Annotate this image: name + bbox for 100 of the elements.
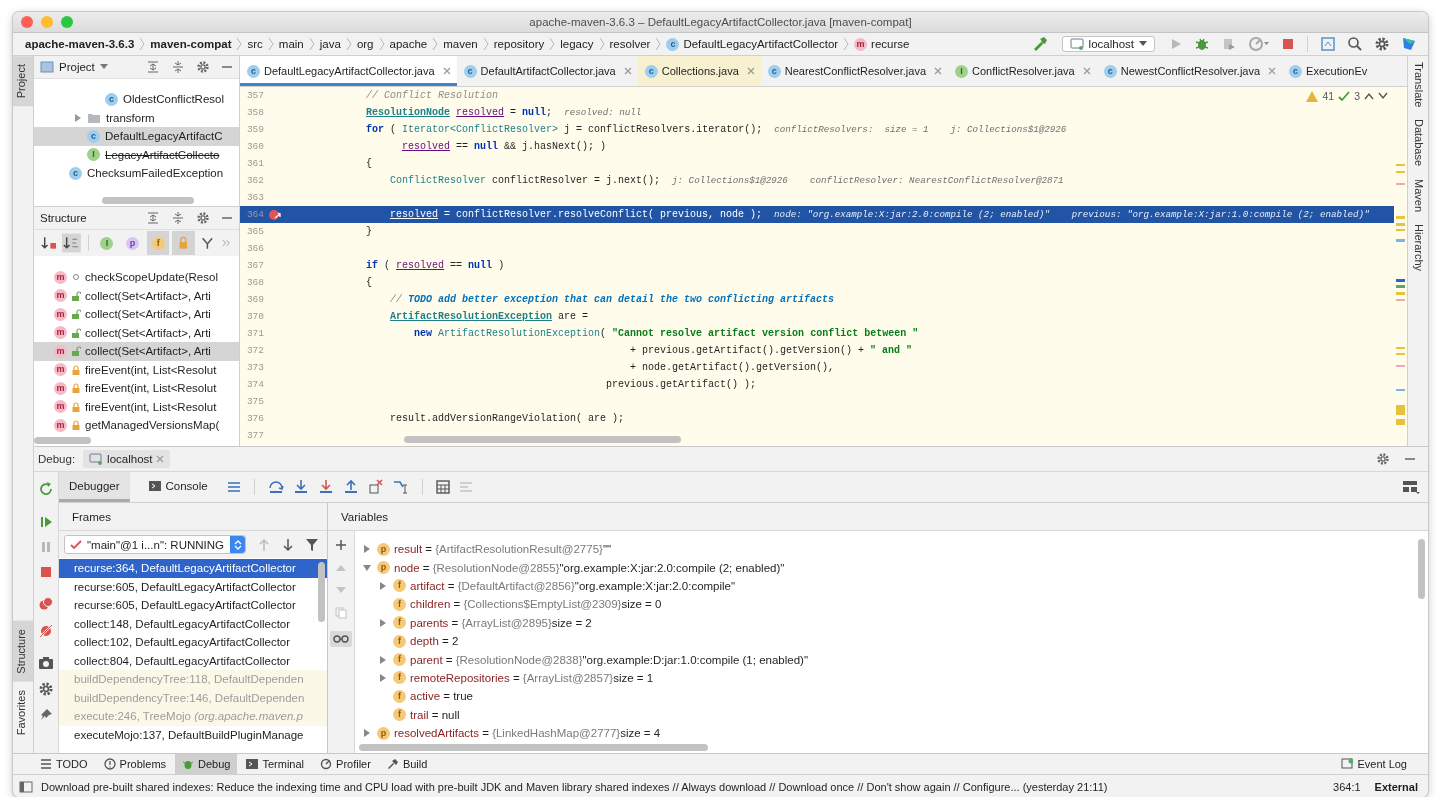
method-icon: m — [54, 418, 67, 432]
structure-item[interactable]: m collect(Set<Artifact>, Arti — [34, 342, 239, 361]
line-number: 357 — [245, 90, 264, 101]
structure-item[interactable]: m getManagedVersionsMap( — [34, 416, 239, 435]
structure-item[interactable]: m collect(Set<Artifact>, Arti — [34, 323, 239, 342]
line-number: 363 — [245, 192, 264, 203]
tool-window-tab[interactable]: Database — [1408, 113, 1428, 173]
breadcrumb[interactable]: org — [356, 38, 374, 50]
variable-entry[interactable]: trail = null — [410, 708, 460, 721]
tool-window-tab[interactable]: Hierarchy — [1408, 217, 1428, 277]
field-icon: f — [393, 597, 406, 611]
tool-window-tab[interactable]: Terminal — [239, 754, 312, 774]
warning-count[interactable]: 41 — [1322, 90, 1335, 102]
structure-item[interactable]: m collect(Set<Artifact>, Arti — [34, 305, 239, 324]
caret-position[interactable]: 364:1 — [1333, 780, 1361, 793]
method-icon: m — [54, 344, 67, 358]
stack-frame[interactable]: collect:148, DefaultLegacyArtifactCollector — [59, 614, 327, 633]
code-text: // TODO add better exception that can detail the two conflicting artifacts — [389, 294, 835, 305]
tree-item[interactable]: c DefaultLegacyArtifactC — [34, 127, 239, 146]
variable-entry[interactable]: node = {ResolutionNode@2855}"org.example:X:jar:2.0:compile (2; enabled)" — [394, 561, 785, 574]
variable-entry[interactable]: active = true — [410, 690, 473, 703]
tool-window-tab[interactable]: Problems — [96, 754, 174, 774]
filter-toggle[interactable]: I — [95, 231, 119, 255]
editor-tab[interactable]: c DefaultLegacyArtifactCollector.java — [240, 56, 457, 86]
breadcrumb[interactable]: repository — [493, 38, 545, 50]
variable-entry[interactable]: artifact = {DefaultArtifact@2856}"org.example:X:jar:2.0:compile" — [410, 579, 736, 592]
breadcrumb[interactable]: apache — [389, 38, 428, 50]
session-tab[interactable]: localhost — [83, 450, 171, 468]
stack-frame[interactable]: recurse:605, DefaultLegacyArtifactCollector — [59, 577, 327, 596]
event-log-tab[interactable]: Event Log — [1334, 754, 1414, 774]
console-tab[interactable]: Console — [138, 472, 218, 502]
tool-window-tab[interactable]: TODO — [33, 754, 95, 774]
breadcrumb[interactable]: c DefaultLegacyArtifactCollector — [666, 37, 839, 51]
tree-item[interactable]: I LegacyArtifactCollecto — [34, 145, 239, 164]
stack-frame[interactable]: collect:804, DefaultLegacyArtifactCollector — [59, 651, 327, 670]
structure-item[interactable]: m checkScopeUpdate(Resol — [34, 268, 239, 287]
field-icon: f — [393, 616, 406, 630]
filter-toggle[interactable]: f — [146, 231, 170, 255]
editor-tab[interactable]: c Collections.java — [637, 56, 761, 86]
structure-item[interactable]: m fireEvent(int, List<Resolut — [34, 397, 239, 416]
breadcrumb[interactable]: maven-compat — [150, 38, 232, 50]
breadcrumb[interactable]: maven — [443, 38, 478, 50]
variable-entry[interactable]: remoteRepositories = {ArrayList@2857}size = 1 — [410, 671, 654, 684]
tool-window-tab[interactable]: Profiler — [313, 754, 378, 774]
typo-count[interactable]: 3 — [1354, 90, 1360, 102]
editor-tab[interactable]: I ConflictResolver.java — [948, 56, 1097, 86]
code-text: + node.getArtifact().getVersion(), — [629, 362, 835, 373]
breadcrumb[interactable]: java — [319, 38, 341, 50]
code-text: ResolutionNode resolved = null; — [365, 107, 553, 118]
stack-frame[interactable]: executeMojo:137, DefaultBuildPluginManage — [59, 725, 327, 744]
line-number: 371 — [245, 328, 264, 339]
editor-tab[interactable]: c DefaultArtifactCollector.java — [456, 56, 638, 86]
stack-frame[interactable]: collect:102, DefaultLegacyArtifactCollector — [59, 633, 327, 652]
editor-tab[interactable]: c NewestConflictResolver.java — [1096, 56, 1283, 86]
class-icon: c — [69, 166, 82, 180]
variable-entry[interactable]: parents = {ArrayList@2895}size = 2 — [410, 616, 592, 629]
panel-title: Variables — [341, 510, 389, 523]
tree-item[interactable]: c OldestConflictResol — [34, 90, 239, 109]
variable-entry[interactable]: parent = {ResolutionNode@2838}"org.example:D:jar:1.0:compile (1; enabled)" — [410, 653, 808, 666]
breadcrumb[interactable]: main — [278, 38, 304, 50]
tool-window-tab[interactable]: Debug — [175, 754, 238, 774]
tool-window-tab[interactable]: Favorites — [13, 681, 33, 743]
code-text: { — [365, 277, 373, 288]
breadcrumb[interactable]: resolver — [609, 38, 651, 50]
structure-item[interactable]: m fireEvent(int, List<Resolut — [34, 360, 239, 379]
stack-frame[interactable]: recurse:364, DefaultLegacyArtifactCollector — [59, 559, 327, 578]
variable-entry[interactable]: result = {ArtifactResolutionResult@2775}"" — [394, 543, 612, 556]
inline-value-hint: conflictResolvers: size = 1 — [774, 124, 929, 135]
run-configuration-dropdown[interactable]: localhost — [1061, 36, 1155, 52]
stack-frame[interactable]: recurse:605, DefaultLegacyArtifactCollector — [59, 596, 327, 615]
variable-entry[interactable]: depth = 2 — [410, 635, 459, 648]
panel-title-dropdown[interactable]: Project — [59, 61, 95, 73]
editor-tab[interactable]: c ExecutionEv — [1282, 56, 1374, 86]
code-text: ConflictResolver conflictResolver = j.next(); — [389, 175, 661, 186]
variable-entry[interactable]: children = {Collections$EmptyList@2309}size = 0 — [410, 598, 662, 611]
method-icon: m — [54, 381, 67, 395]
tree-item[interactable]: transform — [34, 108, 239, 127]
status-message[interactable]: Download pre-built shared indexes: Reduce the indexing time and CPU load with pre-built JDK and Maven library shared indexes // Always download // Download once // Don't show again // Configure... (yesterday 21:11) — [41, 780, 1108, 793]
breadcrumb[interactable]: src — [247, 38, 263, 50]
field-icon: f — [393, 653, 406, 667]
field-icon: f — [393, 634, 406, 648]
structure-item[interactable]: m collect(Set<Artifact>, Arti — [34, 286, 239, 305]
vcs-status[interactable]: External — [1374, 780, 1418, 793]
breadcrumb[interactable]: m recurse — [854, 37, 910, 51]
tool-window-tab[interactable]: Structure — [13, 621, 33, 682]
tool-window-tab[interactable]: Maven — [1408, 172, 1428, 218]
thread-dropdown[interactable]: "main"@1 i...n": RUNNING — [64, 535, 246, 554]
breadcrumb[interactable]: apache-maven-3.6.3 — [25, 38, 135, 50]
tree-item[interactable]: c ChecksumFailedException — [34, 164, 239, 183]
tool-window-tab[interactable]: Build — [379, 754, 435, 774]
code-text: if ( resolved == null ) — [365, 260, 505, 271]
breadcrumb[interactable]: legacy — [560, 38, 594, 50]
variable-entry[interactable]: resolvedArtifacts = {LinkedHashMap@2777}size = 4 — [394, 727, 661, 740]
code-text: } — [365, 226, 373, 237]
editor-tab[interactable]: c NearestConflictResolver.java — [760, 56, 948, 86]
structure-item[interactable]: m fireEvent(int, List<Resolut — [34, 379, 239, 398]
filter-toggle[interactable]: p — [121, 231, 144, 255]
tool-window-tab[interactable]: Translate — [1408, 56, 1428, 114]
debugger-tab[interactable]: Debugger — [59, 472, 130, 502]
tool-window-tab[interactable]: Project — [13, 56, 33, 107]
